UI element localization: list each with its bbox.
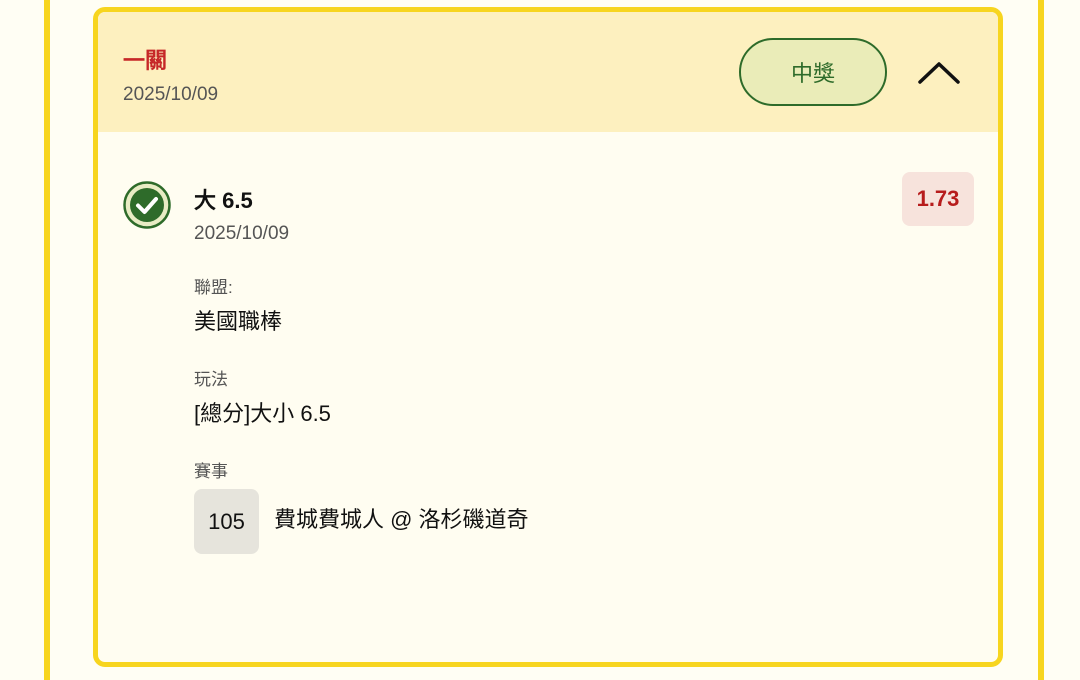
collapse-button[interactable]	[911, 50, 967, 94]
event-matchup: 費城費城人 @ 洛杉磯道奇	[274, 507, 529, 532]
selection-name: 大 6.5	[194, 188, 253, 213]
bet-type-label: 一關	[123, 48, 168, 73]
bet-slip-header[interactable]: 一關 2025/10/09 中獎	[98, 12, 998, 132]
league-value: 美國職棒	[194, 309, 283, 334]
odds-badge: 1.73	[902, 172, 974, 226]
check-circle-icon	[123, 181, 171, 229]
bet-slip-card: 一關 2025/10/09 中獎 大 6.5 2025/10/09 1.73 聯…	[93, 7, 1003, 667]
league-label: 聯盟:	[194, 278, 233, 297]
market-label: 玩法	[194, 370, 228, 389]
event-number-badge: 105	[194, 489, 259, 554]
chevron-up-icon	[918, 62, 960, 84]
selection-date: 2025/10/09	[194, 223, 290, 244]
event-label: 賽事	[194, 462, 228, 481]
bet-date: 2025/10/09	[123, 84, 219, 105]
status-badge: 中獎	[739, 38, 887, 106]
market-value: [總分]大小 6.5	[194, 401, 331, 426]
